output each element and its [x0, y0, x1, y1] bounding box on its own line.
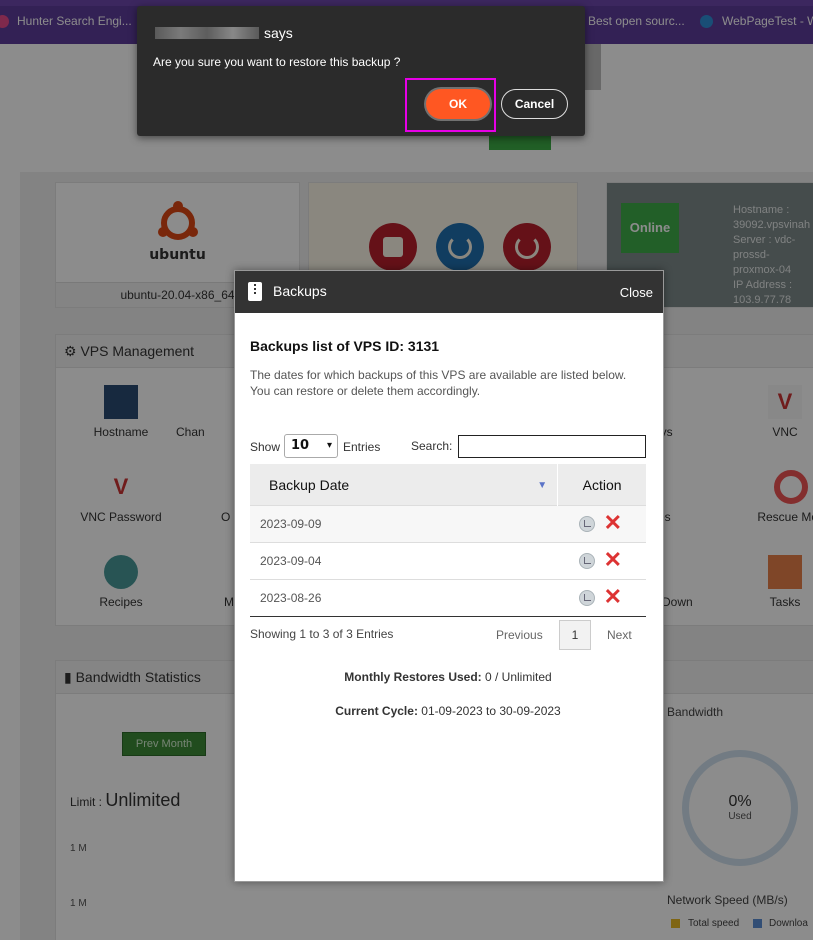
- next-page-button[interactable]: Next: [607, 628, 632, 642]
- sort-desc-icon: ▼: [537, 480, 548, 491]
- table-header-row: Backup Date ▼ Action: [250, 464, 646, 506]
- search-input[interactable]: [458, 435, 646, 458]
- dialog-says: says: [264, 25, 293, 41]
- entries-select[interactable]: 10 ▾: [284, 434, 338, 458]
- delete-icon[interactable]: ✕: [604, 586, 622, 608]
- backups-description: The dates for which backups of this VPS …: [250, 368, 627, 398]
- search-label: Search:: [411, 439, 453, 453]
- row-actions: ✕: [557, 505, 646, 543]
- current-cycle-label: Current Cycle:: [335, 704, 418, 718]
- backups-table: Backup Date ▼ Action 2023-09-09 ✕ 2023-0…: [250, 464, 646, 617]
- table-row: 2023-08-26 ✕: [250, 579, 646, 617]
- table-row: 2023-09-09 ✕: [250, 505, 646, 543]
- ok-button[interactable]: OK: [426, 89, 490, 119]
- backups-heading: Backups list of VPS ID: 3131: [250, 338, 440, 354]
- close-button[interactable]: Close: [620, 285, 653, 300]
- delete-icon[interactable]: ✕: [604, 512, 622, 534]
- backups-modal: Backups Close Backups list of VPS ID: 31…: [234, 270, 664, 882]
- blurred-site-name: [155, 27, 259, 39]
- show-label: Show: [250, 440, 281, 454]
- modal-title: Backups: [273, 283, 327, 299]
- row-actions: ✕: [557, 542, 646, 580]
- restore-icon[interactable]: [578, 590, 595, 606]
- page-1-button[interactable]: 1: [559, 620, 591, 650]
- backup-date: 2023-09-09: [250, 505, 558, 543]
- modal-header: Backups Close: [235, 271, 663, 313]
- backup-date: 2023-08-26: [250, 579, 558, 617]
- backup-date: 2023-09-04: [250, 542, 558, 580]
- column-label: Backup Date: [269, 476, 350, 493]
- restore-icon[interactable]: [578, 516, 595, 532]
- archive-icon: [248, 282, 262, 301]
- chevron-down-icon: ▾: [326, 440, 332, 451]
- entries-label: Entries: [343, 440, 381, 454]
- delete-icon[interactable]: ✕: [604, 549, 622, 571]
- current-cycle-value: 01-09-2023 to 30-09-2023: [421, 704, 561, 718]
- current-cycle: Current Cycle: 01-09-2023 to 30-09-2023: [250, 704, 646, 718]
- table-row: 2023-09-04 ✕: [250, 542, 646, 580]
- cancel-button[interactable]: Cancel: [501, 89, 568, 119]
- row-actions: ✕: [557, 579, 646, 617]
- monthly-restores-label: Monthly Restores Used:: [344, 670, 482, 684]
- showing-info: Showing 1 to 3 of 3 Entries: [250, 627, 394, 641]
- monthly-restores-value: 0 / Unlimited: [485, 670, 552, 684]
- restore-icon[interactable]: [578, 553, 595, 569]
- previous-page-button[interactable]: Previous: [496, 628, 543, 642]
- column-label: Action: [582, 476, 622, 493]
- confirm-dialog: says Are you sure you want to restore th…: [137, 6, 585, 136]
- dialog-message: Are you sure you want to restore this ba…: [153, 55, 401, 69]
- column-backup-date[interactable]: Backup Date ▼: [250, 464, 558, 506]
- monthly-restores: Monthly Restores Used: 0 / Unlimited: [250, 670, 646, 684]
- entries-value: 10: [291, 438, 310, 453]
- column-action: Action: [557, 464, 646, 506]
